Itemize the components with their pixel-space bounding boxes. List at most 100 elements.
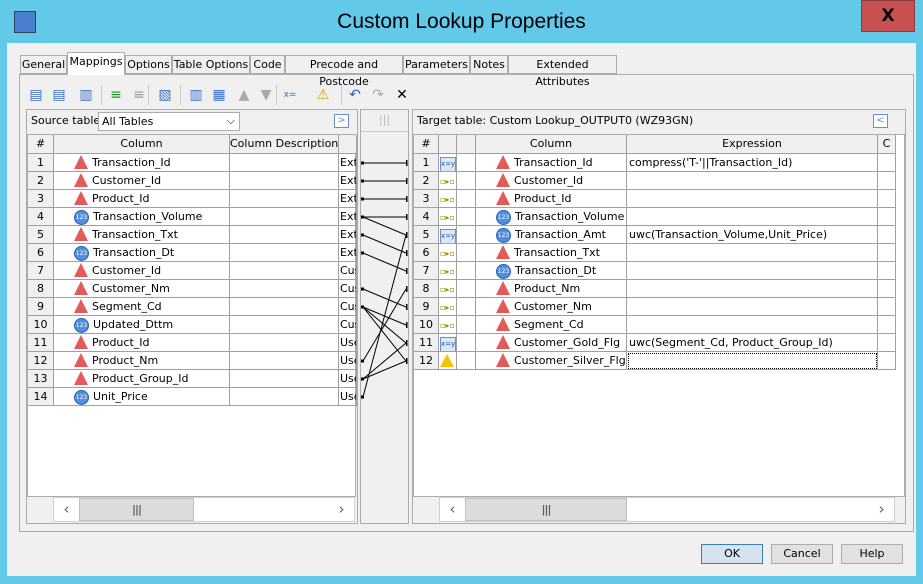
target-column-cell[interactable]: Customer_Silver_Flg bbox=[476, 352, 627, 370]
collapse-left-icon[interactable]: < bbox=[873, 114, 888, 128]
target-column-cell[interactable]: Segment_Cd bbox=[476, 316, 627, 334]
source-anchor[interactable] bbox=[361, 197, 364, 201]
target-column-cell[interactable]: Customer_Nm bbox=[476, 298, 627, 316]
tab-notes[interactable]: Notes bbox=[470, 55, 508, 74]
tab-options[interactable]: Options bbox=[125, 55, 172, 74]
target-column-cell[interactable]: Transaction_Txt bbox=[476, 244, 627, 262]
column-header[interactable] bbox=[457, 135, 476, 154]
expression-cell[interactable] bbox=[627, 244, 878, 262]
character-type-icon bbox=[496, 281, 510, 295]
expression-cell[interactable] bbox=[627, 352, 878, 370]
column-header[interactable]: Column bbox=[476, 135, 627, 154]
tab-mappings[interactable]: Mappings bbox=[67, 52, 125, 75]
blank-cell bbox=[457, 280, 476, 298]
target-anchor[interactable] bbox=[406, 304, 408, 310]
mapping-line[interactable] bbox=[362, 288, 407, 362]
target-anchor[interactable] bbox=[406, 214, 408, 220]
delete-icon[interactable]: ✕ bbox=[392, 85, 412, 105]
target-column-cell[interactable]: 123 Transaction_Dt bbox=[476, 262, 627, 280]
properties-icon[interactable]: ▧ bbox=[155, 85, 175, 105]
source-anchor[interactable] bbox=[361, 179, 364, 183]
toolbar-separator bbox=[180, 85, 181, 105]
expression-cell[interactable] bbox=[627, 262, 878, 280]
column-header[interactable] bbox=[439, 135, 457, 154]
mapping-type-cell: ▫▸▫ bbox=[439, 298, 457, 316]
help-button[interactable]: Help bbox=[841, 544, 903, 564]
scroll-left-icon[interactable]: ‹ bbox=[440, 498, 465, 521]
expression-cell[interactable]: compress('T-'||Transaction_Id) bbox=[627, 154, 878, 172]
source-anchor[interactable] bbox=[361, 251, 364, 255]
target-column-cell[interactable]: Product_Id bbox=[476, 190, 627, 208]
target-anchor[interactable] bbox=[406, 358, 408, 364]
source-anchor[interactable] bbox=[361, 233, 364, 237]
expression-cell[interactable] bbox=[627, 190, 878, 208]
column-header[interactable]: Expression bbox=[627, 135, 878, 154]
scroll-right-icon[interactable]: › bbox=[869, 498, 894, 521]
tab-precode-and-postcode[interactable]: Precode and Postcode bbox=[285, 55, 403, 88]
expression-icon[interactable]: x= bbox=[280, 85, 300, 105]
expression-cell[interactable]: uwc(Transaction_Volume,Unit_Price) bbox=[627, 226, 878, 244]
column-header[interactable]: # bbox=[414, 135, 439, 154]
row-number: 9 bbox=[414, 298, 439, 316]
expression-cell[interactable] bbox=[627, 172, 878, 190]
target-anchor[interactable] bbox=[406, 232, 408, 238]
source-anchor[interactable] bbox=[361, 215, 364, 219]
direct-mapping-icon: ▫▸▫ bbox=[440, 195, 455, 204]
column-header[interactable]: C bbox=[878, 135, 896, 154]
target-hscrollbar[interactable]: ‹ ||| › bbox=[439, 497, 895, 522]
undo-icon[interactable]: ↶ bbox=[345, 85, 365, 105]
target-column-cell[interactable]: 123 Transaction_Volume bbox=[476, 208, 627, 226]
target-anchor[interactable] bbox=[406, 196, 408, 202]
target-anchor[interactable] bbox=[406, 322, 408, 328]
export-columns-icon[interactable]: ▤ bbox=[49, 85, 69, 105]
expression-cell[interactable] bbox=[627, 208, 878, 226]
target-column-cell[interactable]: Transaction_Id bbox=[476, 154, 627, 172]
source-anchor[interactable] bbox=[361, 395, 364, 399]
scroll-thumb[interactable]: ||| bbox=[465, 498, 627, 521]
tab-table-options[interactable]: Table Options bbox=[172, 55, 250, 74]
target-anchor[interactable] bbox=[406, 178, 408, 184]
target-anchor[interactable] bbox=[406, 286, 408, 292]
copy-columns-icon[interactable]: ▥ bbox=[76, 85, 96, 105]
expression-cell[interactable] bbox=[627, 316, 878, 334]
mapping-line[interactable] bbox=[362, 234, 407, 398]
expression-cell[interactable] bbox=[627, 298, 878, 316]
target-column-cell[interactable]: 123 Transaction_Amt bbox=[476, 226, 627, 244]
target-column-cell[interactable]: Customer_Gold_Flg bbox=[476, 334, 627, 352]
mapping-line[interactable] bbox=[362, 288, 407, 308]
source-anchor[interactable] bbox=[361, 305, 364, 309]
source-anchor[interactable] bbox=[361, 287, 364, 291]
target-anchor[interactable] bbox=[406, 340, 408, 346]
new-column-icon[interactable]: ▥ bbox=[186, 85, 206, 105]
tab-general[interactable]: General bbox=[20, 55, 67, 74]
expression-cell[interactable]: uwc(Segment_Cd, Product_Group_Id) bbox=[627, 334, 878, 352]
mapping-line[interactable] bbox=[362, 234, 407, 254]
redo-icon[interactable]: ↷ bbox=[368, 85, 388, 105]
import-columns-icon[interactable]: ▤ bbox=[26, 85, 46, 105]
move-up-icon[interactable]: ▲ bbox=[234, 85, 254, 105]
source-anchor[interactable] bbox=[361, 377, 364, 381]
mapping-line[interactable] bbox=[362, 216, 407, 236]
mapping-type-cell bbox=[439, 352, 457, 370]
source-anchor[interactable] bbox=[361, 161, 364, 165]
move-down-icon[interactable]: ▼ bbox=[256, 85, 276, 105]
tab-code[interactable]: Code bbox=[250, 55, 285, 74]
expression-cell[interactable] bbox=[627, 280, 878, 298]
tab-parameters[interactable]: Parameters bbox=[403, 55, 470, 74]
propagate-icon[interactable]: ▦ bbox=[209, 85, 229, 105]
extra-cell bbox=[878, 190, 896, 208]
tab-extended-attributes[interactable]: Extended Attributes bbox=[508, 55, 617, 88]
cancel-button[interactable]: Cancel bbox=[771, 544, 833, 564]
unmap-all-icon[interactable]: ≡ bbox=[129, 85, 149, 105]
target-anchor[interactable] bbox=[406, 160, 408, 166]
target-column-cell[interactable]: Customer_Id bbox=[476, 172, 627, 190]
source-anchor[interactable] bbox=[361, 359, 364, 363]
mapping-line[interactable] bbox=[362, 360, 407, 380]
mapping-line[interactable] bbox=[362, 252, 407, 272]
target-anchor[interactable] bbox=[406, 268, 408, 274]
ok-button[interactable]: OK bbox=[701, 544, 763, 564]
target-column-cell[interactable]: Product_Nm bbox=[476, 280, 627, 298]
warning-icon[interactable]: ⚠ bbox=[313, 85, 333, 105]
target-anchor[interactable] bbox=[406, 250, 408, 256]
map-all-icon[interactable]: ≡ bbox=[106, 85, 126, 105]
